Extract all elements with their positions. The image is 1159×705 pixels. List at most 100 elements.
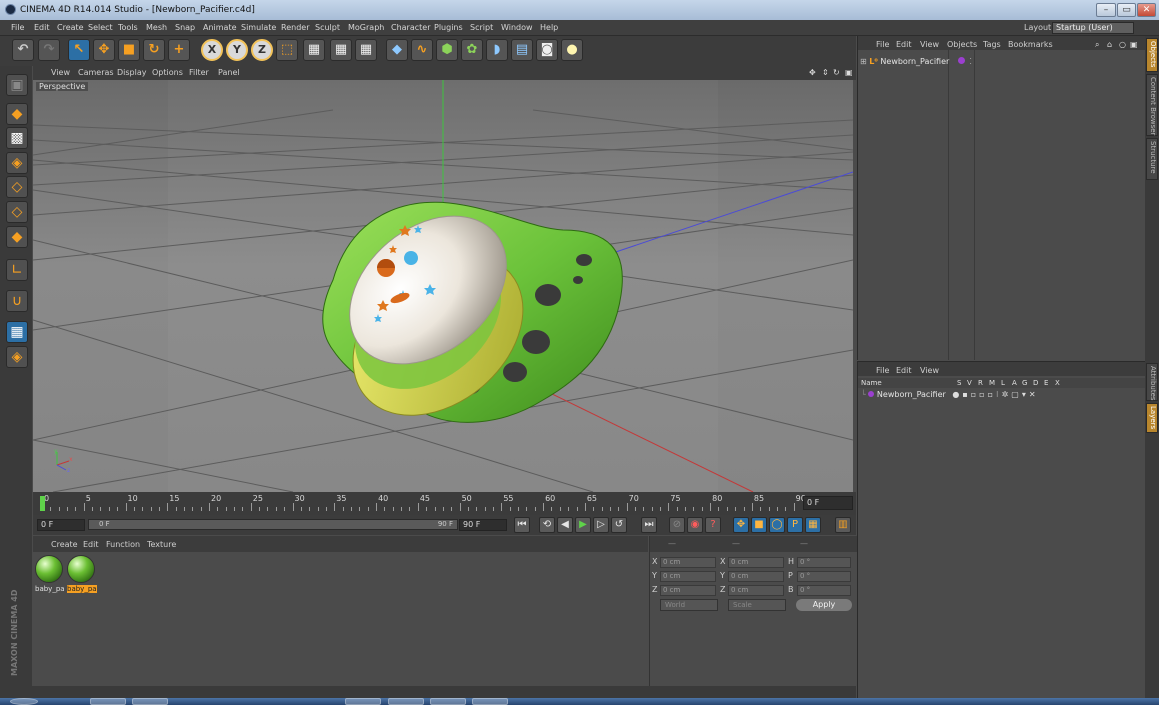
position-y-field[interactable]: 0 cm [660,571,716,582]
lm-menu-file[interactable]: File [876,366,889,375]
spline-icon[interactable]: ∿ [411,39,433,61]
menu-character[interactable]: Character [391,23,431,32]
menu-window[interactable]: Window [501,23,533,32]
lm-menu-view[interactable]: View [920,366,939,375]
menu-select[interactable]: Select [88,23,113,32]
taskbar-app[interactable] [472,698,508,705]
record-parameter-icon[interactable]: P [787,517,803,533]
nurbs-icon[interactable]: ⬢ [436,39,458,61]
rotation-h-field[interactable]: 0 ° [797,557,851,568]
go-to-end-button[interactable]: ⏭ [641,517,657,533]
size-x-field[interactable]: 0 cm [728,557,784,568]
record-scale-icon[interactable]: ■ [751,517,767,533]
rotation-b-field[interactable]: 0 ° [797,585,851,596]
material-swatch-selected[interactable]: baby_pa [67,555,97,595]
taskbar-app[interactable] [345,698,381,705]
make-editable-icon[interactable]: ▣ [6,74,28,96]
minimize-panel-icon[interactable]: ○ [1119,40,1126,49]
tab-objects[interactable]: Objects [1146,38,1158,72]
panel-maximize-icon[interactable]: ▣ [1130,40,1138,49]
menu-snap[interactable]: Snap [175,23,195,32]
redo-icon[interactable]: ↷ [38,39,60,61]
viewport-menu-panel[interactable]: Panel [218,68,240,77]
menu-tools[interactable]: Tools [118,23,138,32]
search-icon[interactable]: ⌕ [1095,40,1099,50]
size-mode-dropdown[interactable]: Scale [728,599,786,611]
size-z-field[interactable]: 0 cm [728,585,784,596]
z-axis-lock-button[interactable]: Z [251,39,273,61]
lock-workplane-icon[interactable]: ▦ [6,321,28,343]
tab-layers[interactable]: Layers [1146,403,1158,433]
menu-script[interactable]: Script [470,23,493,32]
timeline-window-icon[interactable]: ▥ [835,517,851,533]
x-axis-lock-button[interactable]: X [201,39,223,61]
points-mode-icon[interactable]: ◇ [6,176,28,198]
cube-icon[interactable]: ◆ [386,39,408,61]
menu-animate[interactable]: Animate [203,23,237,32]
record-rotation-icon[interactable]: ◯ [769,517,785,533]
axis-mode-icon[interactable]: ∟ [6,259,28,281]
light-icon[interactable]: ● [561,39,583,61]
om-menu-view[interactable]: View [920,40,939,49]
viewport-move-icon[interactable]: ✥ [809,68,816,77]
floor-icon[interactable]: ▤ [511,39,533,61]
menu-help[interactable]: Help [540,23,558,32]
rotation-p-field[interactable]: 0 ° [797,571,851,582]
record-keys-icon[interactable]: ⊘ [669,517,685,533]
tab-structure[interactable]: Structure [1146,138,1158,180]
model-mode-icon[interactable]: ◆ [6,103,28,125]
y-axis-lock-button[interactable]: Y [226,39,248,61]
taskbar-app[interactable] [388,698,424,705]
end-frame-field[interactable]: 90 F [459,519,507,531]
om-menu-file[interactable]: File [876,40,889,49]
taskbar-app[interactable] [132,698,168,705]
home-icon[interactable]: ⌂ [1107,40,1112,49]
viewport-menu-view[interactable]: View [51,68,70,77]
om-menu-tags[interactable]: Tags [983,40,1001,49]
timeline-playhead[interactable] [40,496,45,511]
edges-mode-icon[interactable]: ◇ [6,201,28,223]
visibility-dots-icon[interactable]: ⁚ [969,57,972,66]
om-menu-bookmarks[interactable]: Bookmarks [1008,40,1053,49]
viewport-perspective[interactable]: Perspective y x z [33,80,853,492]
previous-key-button[interactable]: ⟲ [539,517,555,533]
menu-file[interactable]: File [11,23,24,32]
taskbar-app[interactable] [90,698,126,705]
viewport-menu-display[interactable]: Display [117,68,147,77]
scale-icon[interactable]: ■ [118,39,140,61]
expand-icon[interactable]: ⊞ [860,57,867,66]
timeline-ruler[interactable]: 0 5 10 15 20 25 30 35 40 45 50 55 60 65 70 75 80 85 90 0 F [33,492,856,515]
menu-simulate[interactable]: Simulate [241,23,276,32]
rotate-icon[interactable]: ↻ [143,39,165,61]
record-point-level-icon[interactable]: ▦ [805,517,821,533]
position-x-field[interactable]: 0 cm [660,557,716,568]
start-button[interactable] [10,698,38,705]
polygons-mode-icon[interactable]: ◆ [6,226,28,248]
viewport-rotate-icon[interactable]: ↻ [833,68,840,77]
coordinate-system-dropdown[interactable]: World [660,599,718,611]
menu-mograph[interactable]: MoGraph [348,23,384,32]
material-menu-texture[interactable]: Texture [147,540,176,549]
om-menu-objects[interactable]: Objects [947,40,977,49]
object-row-newborn-pacifier[interactable]: ⊞ L⁰ Newborn_Pacifier ⁚ [860,57,972,66]
tab-content-browser[interactable]: Content Browser [1146,74,1158,136]
menu-sculpt[interactable]: Sculpt [315,23,340,32]
material-swatch[interactable]: baby_pa [35,555,65,595]
render-view-icon[interactable]: ▦ [303,39,325,61]
material-menu-create[interactable]: Create [51,540,78,549]
tab-attributes[interactable]: Attributes [1146,363,1158,401]
camera-icon[interactable]: ◙ [536,39,558,61]
next-key-button[interactable]: ↺ [611,517,627,533]
apply-button[interactable]: Apply [796,599,852,611]
position-z-field[interactable]: 0 cm [660,585,716,596]
menu-create[interactable]: Create [57,23,84,32]
deformer-icon[interactable]: ◗ [486,39,508,61]
material-menu-edit[interactable]: Edit [83,540,99,549]
close-button[interactable]: ✕ [1137,3,1156,17]
viewport-menu-options[interactable]: Options [152,68,183,77]
play-button[interactable]: ▶ [575,517,591,533]
live-selection-icon[interactable]: ↖ [68,39,90,61]
menu-mesh[interactable]: Mesh [146,23,167,32]
autokeying-icon[interactable]: ◉ [687,517,703,533]
menu-render[interactable]: Render [281,23,309,32]
